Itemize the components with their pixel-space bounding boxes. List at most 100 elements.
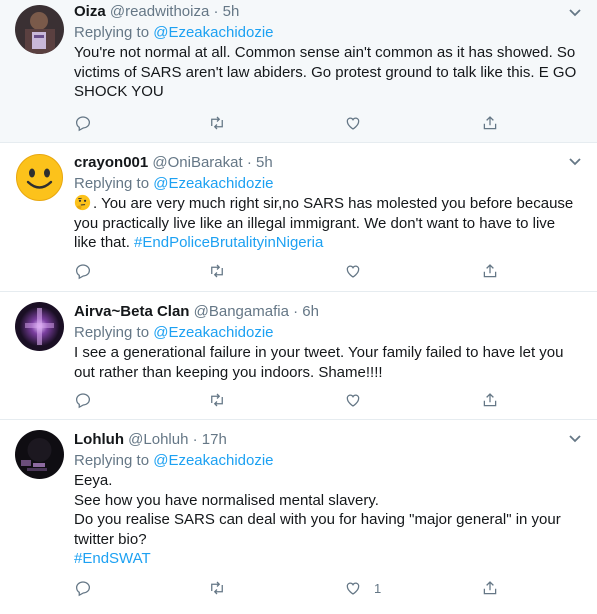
avatar[interactable]: [15, 302, 64, 351]
tweet-2[interactable]: crayon001 @OniBarakat · 5h Replying to @…: [0, 143, 597, 292]
like-button[interactable]: [344, 389, 374, 411]
like-button[interactable]: [344, 112, 374, 134]
retweet-icon: [211, 116, 223, 130]
display-name[interactable]: Oiza: [74, 3, 106, 20]
replying-to: Replying to @Ezeakachidozie: [74, 451, 569, 471]
replying-prefix: Replying to: [74, 452, 150, 469]
like-icon: [346, 394, 360, 407]
tweet-text-segment: like that.: [74, 234, 130, 251]
retweet-button[interactable]: [208, 112, 226, 134]
retweet-icon: [211, 581, 223, 595]
mention-link[interactable]: @Ezeakachidozie: [153, 324, 273, 341]
tweet-actions: 1: [74, 577, 514, 599]
chevron-down-icon[interactable]: [567, 6, 583, 20]
replying-to: Replying to @Ezeakachidozie: [74, 23, 569, 43]
display-name[interactable]: Airva~Beta Clan: [74, 303, 189, 320]
share-icon: [483, 393, 497, 407]
avatar[interactable]: [15, 153, 64, 202]
tweet-text-line: Eeya.: [74, 472, 113, 489]
like-icon: [346, 265, 360, 278]
retweet-button[interactable]: [208, 577, 226, 599]
user-handle[interactable]: @readwithoiza: [110, 3, 209, 20]
like-icon: [346, 582, 360, 595]
replying-to: Replying to @Ezeakachidozie: [74, 323, 569, 343]
tweet-header: crayon001 @OniBarakat · 5h: [74, 153, 569, 173]
book-photo-avatar: [15, 5, 64, 54]
timestamp[interactable]: 5h: [256, 154, 273, 171]
reply-button[interactable]: [74, 389, 92, 411]
like-button[interactable]: [344, 260, 374, 282]
display-name[interactable]: crayon001: [74, 154, 148, 171]
share-button[interactable]: [481, 577, 499, 599]
tweet-text-line: . You are very much right sir,no SARS ha…: [74, 194, 573, 214]
tweet-text: You're not normal at all. Common sense a…: [74, 43, 577, 102]
tweet-text-line: victims of SARS aren't law abiders. Go p…: [74, 63, 577, 81]
user-handle[interactable]: @Lohluh: [128, 431, 188, 448]
hashtag-link[interactable]: #EndPoliceBrutalityinNigeria: [134, 234, 323, 251]
like-count: 1: [374, 580, 382, 596]
smiley-emoji-avatar: [16, 154, 63, 201]
dark-photo-avatar: [15, 430, 64, 479]
tweet-text-line: See how you have normalised mental slave…: [74, 491, 379, 509]
timestamp[interactable]: 5h: [223, 3, 240, 20]
share-icon: [483, 581, 497, 595]
share-button[interactable]: [481, 112, 499, 134]
separator-dot: ·: [192, 431, 198, 448]
reply-button[interactable]: [74, 260, 92, 282]
replying-prefix: Replying to: [74, 324, 150, 341]
hashtag-link[interactable]: #EndSWAT: [74, 549, 569, 569]
display-name[interactable]: Lohluh: [74, 431, 124, 448]
tweet-text-line: I see a generational failure in your twe…: [74, 344, 564, 361]
thinking-emoji: [74, 194, 91, 211]
reply-icon: [75, 393, 91, 409]
tweet-text-line: out rather than keeping you indoors. Sha…: [74, 363, 383, 381]
tweet-text: Eeya. See how you have normalised mental…: [74, 471, 569, 569]
tweet-4[interactable]: Lohluh @Lohluh · 17h Replying to @Ezeaka…: [0, 420, 597, 614]
retweet-icon: [211, 264, 223, 278]
timestamp[interactable]: 17h: [202, 431, 227, 448]
share-icon: [483, 264, 497, 278]
retweet-button[interactable]: [208, 389, 226, 411]
chevron-down-icon[interactable]: [567, 155, 583, 169]
user-handle[interactable]: @OniBarakat: [152, 154, 242, 171]
replying-prefix: Replying to: [74, 175, 150, 192]
reply-button[interactable]: [74, 112, 92, 134]
retweet-icon: [211, 393, 223, 407]
tweet-3[interactable]: Airva~Beta Clan @Bangamafia · 6h Replyin…: [0, 292, 597, 420]
tweet-text: I see a generational failure in your twe…: [74, 343, 569, 382]
share-button[interactable]: [481, 389, 499, 411]
separator-dot: ·: [293, 303, 299, 320]
mention-link[interactable]: @Ezeakachidozie: [153, 452, 273, 469]
tweet-header: Airva~Beta Clan @Bangamafia · 6h: [74, 302, 569, 322]
purple-glow-avatar: [15, 302, 64, 351]
avatar[interactable]: [15, 5, 64, 54]
separator-dot: ·: [213, 3, 219, 20]
tweet-text-line: SHOCK YOU: [74, 83, 164, 100]
share-icon: [483, 116, 497, 130]
tweet-text: . You are very much right sir,no SARS ha…: [74, 194, 573, 253]
tweet-actions: [74, 389, 514, 411]
replying-prefix: Replying to: [74, 24, 150, 41]
retweet-button[interactable]: [208, 260, 226, 282]
user-handle[interactable]: @Bangamafia: [194, 303, 289, 320]
reply-button[interactable]: [74, 577, 92, 599]
tweet-1[interactable]: Oiza @readwithoiza · 5h Replying to @Eze…: [0, 0, 597, 143]
share-button[interactable]: [481, 260, 499, 282]
like-icon: [346, 117, 360, 130]
mention-link[interactable]: @Ezeakachidozie: [153, 175, 273, 192]
avatar[interactable]: [15, 430, 64, 479]
like-button[interactable]: 1: [344, 577, 381, 599]
timestamp[interactable]: 6h: [302, 303, 319, 320]
reply-icon: [75, 264, 91, 280]
chevron-down-icon[interactable]: [567, 432, 583, 446]
tweet-actions: [74, 260, 514, 282]
tweet-text-line: You're not normal at all. Common sense a…: [74, 44, 576, 61]
reply-icon: [75, 116, 91, 132]
replying-to: Replying to @Ezeakachidozie: [74, 174, 569, 194]
tweet-actions: [74, 112, 514, 134]
tweet-header: Lohluh @Lohluh · 17h: [74, 430, 569, 450]
separator-dot: ·: [246, 154, 252, 171]
tweet-text-line: you practically live like an illegal imm…: [74, 214, 556, 232]
mention-link[interactable]: @Ezeakachidozie: [153, 24, 273, 41]
tweet-text-line: Do you realise SARS can deal with you fo…: [74, 511, 561, 528]
